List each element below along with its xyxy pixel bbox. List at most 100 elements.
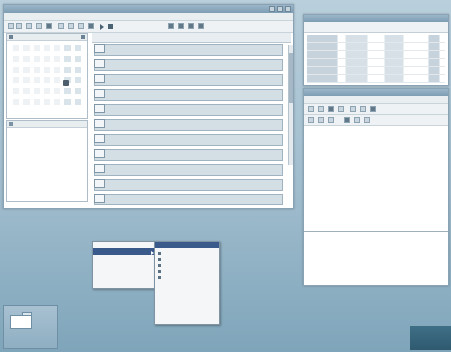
play-icon[interactable] (100, 24, 104, 30)
note-icon[interactable] (94, 59, 105, 68)
align-icon[interactable] (344, 117, 350, 123)
calendar-day-cell[interactable] (43, 99, 51, 106)
calendar-day-cell[interactable] (23, 45, 30, 51)
list-item[interactable] (94, 119, 283, 131)
note-icon[interactable] (94, 104, 105, 113)
calendar-day-cell[interactable] (54, 66, 61, 73)
table-row[interactable] (307, 75, 445, 83)
note-icon[interactable] (94, 149, 105, 158)
calendar-day-cell[interactable] (43, 66, 51, 73)
new-icon[interactable] (308, 106, 314, 112)
editor-window-titlebar[interactable] (304, 89, 448, 96)
taskbar-left-thumbnail[interactable] (3, 305, 58, 349)
note-icon[interactable] (94, 179, 105, 188)
next-month-icon[interactable] (81, 35, 85, 39)
calendar-day-cell[interactable] (23, 88, 30, 95)
open-icon[interactable] (36, 23, 42, 29)
print-icon[interactable] (58, 23, 64, 29)
calendar-day-cell[interactable] (33, 45, 40, 51)
calendar-day-cell[interactable] (54, 45, 61, 51)
view-icon[interactable] (198, 23, 204, 29)
copy-icon[interactable] (78, 23, 84, 29)
submenu-item[interactable] (155, 314, 219, 320)
cut-icon[interactable] (68, 23, 74, 29)
calendar-day-cell[interactable] (23, 66, 30, 73)
calendar-day-cell[interactable] (74, 77, 81, 84)
calendar-day-cell[interactable] (74, 66, 81, 73)
list-item[interactable] (94, 59, 283, 71)
calendar-day-cell[interactable] (54, 77, 61, 84)
main-window-titlebar[interactable] (4, 5, 293, 13)
note-icon[interactable] (94, 74, 105, 83)
italic-icon[interactable] (318, 117, 324, 123)
list-item[interactable] (94, 164, 283, 176)
cut-icon[interactable] (350, 106, 356, 112)
calendar-day-cell[interactable] (23, 99, 30, 106)
paste-icon[interactable] (370, 106, 376, 112)
note-icon[interactable] (94, 119, 105, 128)
open-icon[interactable] (318, 106, 324, 112)
calendar-day-cell[interactable] (33, 66, 40, 73)
list-item[interactable] (94, 179, 283, 191)
indent-icon[interactable] (364, 117, 370, 123)
calendar-day-cell[interactable] (23, 77, 30, 84)
calendar-day-cell[interactable] (13, 55, 20, 62)
calendar-day-cell[interactable] (13, 77, 20, 84)
calendar-day-cell[interactable] (64, 99, 71, 106)
calendar-day-cell[interactable] (64, 66, 71, 73)
calendar-day-cell[interactable] (64, 88, 71, 95)
context-menu-item[interactable] (93, 273, 157, 279)
back-icon[interactable] (8, 23, 14, 29)
list-item[interactable] (94, 194, 283, 205)
note-icon[interactable] (94, 44, 105, 53)
calendar-day-cell[interactable] (23, 55, 30, 62)
maximize-icon[interactable] (277, 6, 283, 12)
calendar-day-cell[interactable] (43, 77, 51, 84)
list-icon[interactable] (354, 117, 360, 123)
note-icon[interactable] (94, 134, 105, 143)
calendar-today-marker[interactable] (63, 80, 69, 86)
calendar-day-cell[interactable] (74, 45, 81, 51)
list-item[interactable] (94, 44, 283, 56)
editor-lower-area[interactable] (306, 233, 446, 283)
minimize-icon[interactable] (269, 6, 275, 12)
note-icon[interactable] (94, 194, 105, 203)
copy-icon[interactable] (360, 106, 366, 112)
list-item[interactable] (94, 104, 283, 116)
context-menu-item[interactable] (93, 248, 157, 255)
calendar-day-cell[interactable] (13, 88, 20, 95)
table-window-titlebar[interactable] (304, 15, 448, 22)
calendar-day-cell[interactable] (43, 55, 51, 62)
desktop-corner-block[interactable] (410, 326, 451, 350)
close-icon[interactable] (285, 6, 291, 12)
forward-icon[interactable] (16, 23, 22, 29)
calendar-day-cell[interactable] (13, 99, 20, 106)
calendar-day-cell[interactable] (33, 99, 40, 106)
calendar-day-cell[interactable] (43, 88, 51, 95)
new-icon[interactable] (26, 23, 32, 29)
calendar-day-cell[interactable] (54, 55, 61, 62)
print-icon[interactable] (338, 106, 344, 112)
calendar-day-cell[interactable] (64, 55, 71, 62)
prev-month-icon[interactable] (9, 35, 13, 39)
calendar-day-cell[interactable] (64, 45, 71, 51)
save-icon[interactable] (328, 106, 334, 112)
calendar-day-cell[interactable] (74, 55, 81, 62)
table-row[interactable] (307, 67, 445, 75)
calendar-day-cell[interactable] (54, 99, 61, 106)
note-icon[interactable] (94, 164, 105, 173)
calendar-day-cell[interactable] (43, 45, 51, 51)
calendar-day-cell[interactable] (33, 88, 40, 95)
editor-text-area[interactable] (306, 136, 446, 230)
calendar-day-cell[interactable] (74, 99, 81, 106)
table-row[interactable] (307, 51, 445, 59)
view-icon[interactable] (188, 23, 194, 29)
calendar-day-cell[interactable] (13, 45, 20, 51)
paste-icon[interactable] (88, 23, 94, 29)
underline-icon[interactable] (328, 117, 334, 123)
calendar-day-cell[interactable] (54, 88, 61, 95)
calendar-day-cell[interactable] (33, 77, 40, 84)
table-row[interactable] (307, 43, 445, 51)
calendar-day-cell[interactable] (74, 88, 81, 95)
view-icon[interactable] (178, 23, 184, 29)
